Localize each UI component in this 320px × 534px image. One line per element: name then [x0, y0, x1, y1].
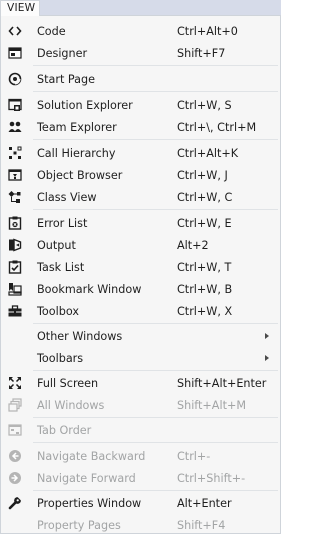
submenu-arrow-icon — [265, 333, 269, 339]
menu-item-label: Navigate Backward — [37, 450, 146, 463]
menu-item-shortcut: Shift+F4 — [177, 519, 226, 532]
code-icon — [8, 24, 22, 38]
class-view-icon — [8, 190, 22, 204]
menu-item-solution-explorer[interactable]: Solution Explorer Ctrl+W, S — [1, 94, 280, 116]
output-icon — [8, 238, 22, 252]
menu-item-shortcut: Ctrl+W, E — [177, 217, 232, 230]
all-windows-icon — [8, 398, 22, 412]
menu-item-label: Toolbox — [37, 305, 79, 318]
menu-item-label: Solution Explorer — [37, 99, 133, 112]
menubar — [40, 0, 281, 16]
menu-separator — [33, 65, 278, 66]
menu-item-shortcut: Ctrl+W, X — [177, 305, 233, 318]
menu-item-label: Call Hierarchy — [37, 147, 116, 160]
menu-item-tab-order: Tab Order — [1, 419, 280, 441]
submenu-arrow-icon — [265, 355, 269, 361]
menu-item-shortcut: Ctrl+\, Ctrl+M — [177, 121, 257, 134]
menu-item-task-list[interactable]: Task List Ctrl+W, T — [1, 256, 280, 278]
menu-item-toolbars[interactable]: Toolbars — [1, 347, 280, 369]
menu-item-object-browser[interactable]: Object Browser Ctrl+W, J — [1, 164, 280, 186]
menu-item-label: Team Explorer — [37, 121, 117, 134]
start-page-icon — [8, 72, 22, 86]
menu-item-label: Task List — [37, 261, 85, 274]
menu-item-shortcut: Ctrl+Alt+0 — [177, 25, 238, 38]
menu-item-shortcut: Shift+F7 — [177, 47, 226, 60]
tab-order-icon — [8, 423, 22, 437]
menu-item-label: Error List — [37, 217, 88, 230]
menu-item-all-windows: All Windows Shift+Alt+M — [1, 394, 280, 416]
team-explorer-icon — [8, 120, 22, 134]
call-hierarchy-icon — [8, 146, 22, 160]
menu-item-label: Properties Window — [37, 497, 142, 510]
menu-item-code[interactable]: Code Ctrl+Alt+0 — [1, 20, 280, 42]
menu-separator — [33, 442, 278, 443]
task-list-icon — [8, 260, 22, 274]
menu-title-view[interactable]: VIEW — [0, 0, 40, 16]
menu-separator — [33, 91, 278, 92]
menu-item-class-view[interactable]: Class View Ctrl+W, C — [1, 186, 280, 208]
menu-item-label: Tab Order — [37, 424, 92, 437]
menu-item-start-page[interactable]: Start Page — [1, 68, 280, 90]
menu-separator — [33, 370, 278, 371]
menu-item-label: Toolbars — [37, 352, 84, 365]
full-screen-icon — [8, 376, 22, 390]
navigate-backward-icon — [8, 449, 22, 463]
menu-separator — [33, 417, 278, 418]
menu-item-full-screen[interactable]: Full Screen Shift+Alt+Enter — [1, 372, 280, 394]
menu-item-label: Start Page — [37, 73, 95, 86]
menu-item-shortcut: Ctrl+W, J — [177, 169, 228, 182]
menu-item-shortcut: Shift+Alt+Enter — [177, 377, 267, 390]
menu-separator — [33, 139, 278, 140]
menu-separator — [33, 490, 278, 491]
menu-item-label: Bookmark Window — [37, 283, 142, 296]
menu-item-call-hierarchy[interactable]: Call Hierarchy Ctrl+Alt+K — [1, 142, 280, 164]
menu-item-label: Object Browser — [37, 169, 123, 182]
menu-item-label: Navigate Forward — [37, 472, 136, 485]
solution-explorer-icon — [8, 98, 22, 112]
menu-item-label: Output — [37, 239, 76, 252]
view-menu: Code Ctrl+Alt+0 Designer Shift+F7 Start … — [0, 15, 281, 534]
menu-separator — [33, 209, 278, 210]
object-browser-icon — [8, 168, 22, 182]
menu-item-label: Other Windows — [37, 330, 123, 343]
error-list-icon — [8, 216, 22, 230]
menu-item-shortcut: Ctrl+W, B — [177, 283, 233, 296]
menu-separator — [33, 323, 278, 324]
menu-item-designer[interactable]: Designer Shift+F7 — [1, 42, 280, 64]
menu-item-shortcut: Shift+Alt+M — [177, 399, 246, 412]
menu-item-label: Code — [37, 25, 66, 38]
menu-item-other-windows[interactable]: Other Windows — [1, 325, 280, 347]
menu-item-shortcut: Ctrl+- — [177, 450, 211, 463]
menu-item-navigate-forward: Navigate Forward Ctrl+Shift+- — [1, 467, 280, 489]
menu-item-error-list[interactable]: Error List Ctrl+W, E — [1, 212, 280, 234]
menu-item-shortcut: Ctrl+Alt+K — [177, 147, 239, 160]
menu-item-team-explorer[interactable]: Team Explorer Ctrl+\, Ctrl+M — [1, 116, 280, 138]
menu-item-label: Designer — [37, 47, 88, 60]
navigate-forward-icon — [8, 471, 22, 485]
wrench-icon — [8, 496, 22, 510]
menu-item-bookmark-window[interactable]: Bookmark Window Ctrl+W, B — [1, 278, 280, 300]
menu-item-shortcut: Ctrl+W, S — [177, 99, 232, 112]
menu-item-output[interactable]: Output Alt+2 — [1, 234, 280, 256]
menu-item-label: Property Pages — [37, 519, 121, 532]
menu-item-properties-window[interactable]: Properties Window Alt+Enter — [1, 492, 280, 514]
menu-item-toolbox[interactable]: Toolbox Ctrl+W, X — [1, 300, 280, 322]
designer-icon — [8, 46, 22, 60]
menu-item-shortcut: Alt+Enter — [177, 497, 232, 510]
menu-item-label: All Windows — [37, 399, 105, 412]
bookmark-window-icon — [8, 282, 22, 296]
menu-item-navigate-backward: Navigate Backward Ctrl+- — [1, 445, 280, 467]
menu-item-shortcut: Ctrl+W, T — [177, 261, 232, 274]
menu-item-label: Full Screen — [37, 377, 99, 390]
menu-item-shortcut: Ctrl+Shift+- — [177, 472, 246, 485]
menu-item-property-pages: Property Pages Shift+F4 — [1, 514, 280, 534]
toolbox-icon — [8, 304, 22, 318]
menu-item-shortcut: Ctrl+W, C — [177, 191, 233, 204]
menu-item-label: Class View — [37, 191, 97, 204]
menu-item-shortcut: Alt+2 — [177, 239, 209, 252]
